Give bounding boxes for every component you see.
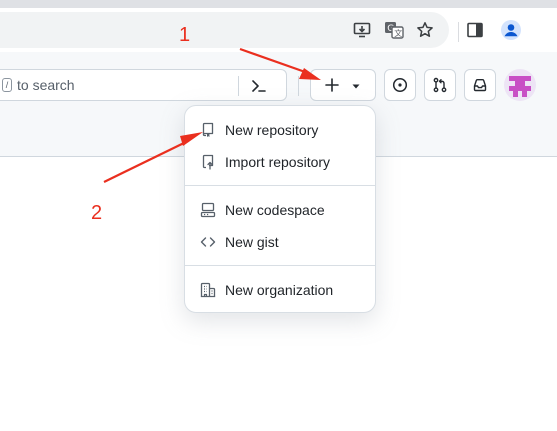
avatar[interactable]: [504, 69, 536, 101]
menu-item-label: Import repository: [225, 154, 331, 170]
menu-item-label: New gist: [225, 234, 279, 250]
toolbar-divider: [458, 22, 459, 42]
profile-icon[interactable]: [499, 18, 523, 42]
menu-item-new-organization[interactable]: New organization: [185, 274, 375, 306]
search-shortcut-key: /: [2, 78, 12, 92]
search-divider: [238, 76, 239, 96]
repo-icon: [200, 122, 216, 138]
identicon: [509, 76, 531, 97]
codespaces-icon: [200, 202, 216, 218]
browser-toolbar: G文: [0, 8, 557, 52]
issues-icon: [392, 77, 408, 93]
menu-item-import-repository[interactable]: Import repository: [185, 146, 375, 178]
code-icon: [200, 234, 216, 250]
pull-requests-button[interactable]: [424, 69, 456, 101]
header-divider: [298, 76, 299, 96]
bookmark-star-icon[interactable]: [413, 18, 437, 42]
repo-push-icon: [200, 154, 216, 170]
menu-item-label: New organization: [225, 282, 334, 298]
triangle-down-icon: [352, 84, 360, 89]
menu-item-new-codespace[interactable]: New codespace: [185, 194, 375, 226]
menu-item-label: New codespace: [225, 202, 325, 218]
inbox-icon: [473, 79, 487, 92]
inbox-button[interactable]: [464, 69, 496, 101]
pull-requests-icon: [433, 77, 447, 93]
search-placeholder: to search: [17, 77, 75, 93]
menu-item-new-gist[interactable]: New gist: [185, 226, 375, 258]
issues-button[interactable]: [384, 69, 416, 101]
organization-icon: [200, 282, 216, 298]
side-panel-icon[interactable]: [463, 18, 487, 42]
install-app-icon[interactable]: [350, 18, 374, 42]
create-new-button[interactable]: [310, 69, 376, 101]
annotation-label-1: 1: [179, 24, 191, 46]
translate-icon[interactable]: G文: [382, 18, 406, 42]
svg-text:文: 文: [394, 28, 402, 38]
annotation-label-2: 2: [91, 202, 103, 224]
plus-icon: [325, 78, 339, 92]
search-input[interactable]: / to search: [0, 69, 287, 101]
create-new-menu: New repository Import repository New cod…: [184, 105, 376, 313]
command-palette-icon[interactable]: [249, 76, 269, 96]
menu-divider: [185, 265, 375, 266]
menu-item-new-repository[interactable]: New repository: [185, 114, 375, 146]
menu-divider: [185, 185, 375, 186]
browser-tabstrip: [0, 0, 557, 8]
menu-item-label: New repository: [225, 122, 319, 138]
